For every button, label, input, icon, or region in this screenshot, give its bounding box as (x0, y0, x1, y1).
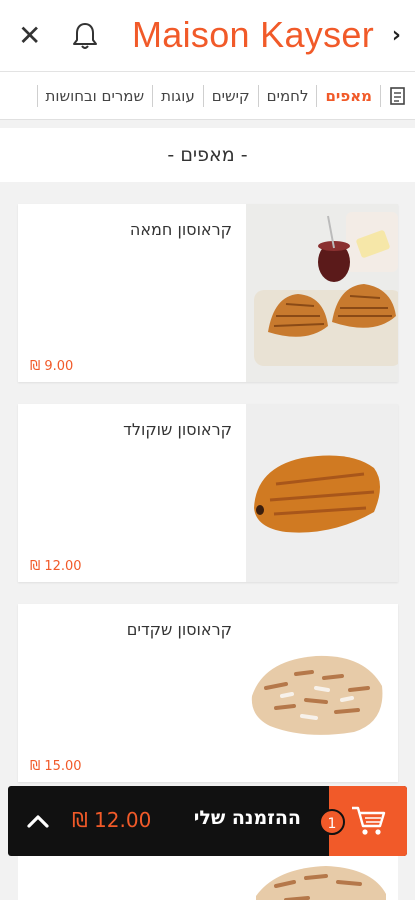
product-price: ₪ 9.00 (30, 359, 74, 374)
product-name: קראוסון שוקולד (123, 420, 232, 439)
product-name: קראוסון חמאה (129, 220, 232, 239)
chocolate-croissant-image (246, 404, 398, 582)
order-total: ₪ 12.00 (72, 808, 152, 832)
tab-quiches[interactable]: קישים (202, 85, 258, 107)
my-order-label: ההזמנה שלי (193, 807, 301, 829)
product-name: קראוסון שקדים (126, 620, 232, 639)
product-card[interactable] (18, 856, 398, 900)
butter-croissant-image (246, 204, 398, 382)
product-card[interactable]: קראוסון שוקולד ₪ 12.00 (18, 404, 398, 582)
tab-cakes[interactable]: עוגות (152, 85, 203, 107)
product-list: קראוסון חמאה ₪ 9.00 קראוסון שוקולד ₪ 12.… (18, 204, 398, 804)
cart-count-badge: 1 (319, 809, 345, 835)
category-tabs: מאפים לחמים קישים עוגות שמרים ובחושות (0, 72, 415, 120)
product-price: ₪ 15.00 (30, 759, 82, 774)
bell-icon[interactable] (70, 20, 100, 52)
chevron-right-icon[interactable]: › (392, 24, 401, 48)
section-title: - מאפים - (0, 128, 415, 182)
chevron-up-icon[interactable] (24, 808, 52, 834)
tab-pastries[interactable]: מאפים (316, 85, 381, 107)
store-title: Maison Kayser (132, 14, 374, 55)
menu-list-icon[interactable] (381, 72, 415, 119)
pastry-image (246, 856, 398, 900)
product-card[interactable]: קראוסון חמאה ₪ 9.00 (18, 204, 398, 382)
tab-yeast-cakes[interactable]: שמרים ובחושות (36, 85, 153, 107)
shopping-cart-icon (352, 806, 386, 835)
app-header: ✕ Maison Kayser › (0, 0, 415, 72)
my-order-bar[interactable]: 1 ההזמנה שלי ₪ 12.00 (8, 786, 407, 856)
tab-breads[interactable]: לחמים (257, 85, 317, 107)
product-price: ₪ 12.00 (30, 559, 82, 574)
close-icon[interactable]: ✕ (18, 22, 46, 50)
almond-croissant-image (246, 604, 398, 782)
product-card[interactable]: קראוסון שקדים ₪ 15.00 (18, 604, 398, 782)
